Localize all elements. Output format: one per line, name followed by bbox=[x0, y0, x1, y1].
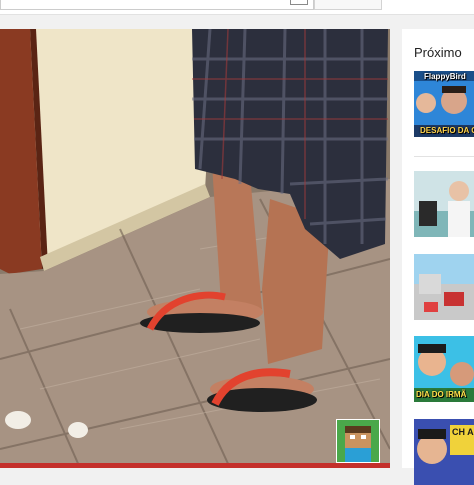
video-thumbnail-1[interactable]: FlappyBird DESAFIO DA CA bbox=[414, 71, 474, 137]
search-button[interactable] bbox=[314, 0, 382, 10]
search-input[interactable] bbox=[0, 0, 314, 10]
progress-bar[interactable] bbox=[0, 463, 390, 468]
divider bbox=[414, 156, 474, 157]
video-player[interactable] bbox=[0, 29, 390, 468]
video-thumbnail-5[interactable]: CH AG bbox=[414, 419, 474, 485]
thumbnail-caption: DESAFIO DA CA bbox=[420, 126, 474, 135]
masthead bbox=[0, 0, 474, 15]
channel-watermark[interactable] bbox=[336, 419, 380, 463]
video-thumbnail-3[interactable] bbox=[414, 254, 474, 320]
thumbnail-caption: DIA DO IRMÃ bbox=[416, 390, 467, 399]
thumbnail-caption: CH AG bbox=[452, 427, 474, 437]
video-thumbnail-4[interactable]: DIA DO IRMÃ bbox=[414, 336, 474, 402]
up-next-title: Próximo bbox=[414, 45, 462, 60]
keyboard-icon[interactable] bbox=[290, 0, 308, 5]
video-thumbnail-2[interactable] bbox=[414, 171, 474, 237]
video-frame[interactable] bbox=[0, 29, 390, 468]
thumbnail-text: FlappyBird bbox=[424, 72, 466, 81]
up-next-sidebar: Próximo FlappyBird DESAFIO DA CA bbox=[402, 29, 474, 485]
